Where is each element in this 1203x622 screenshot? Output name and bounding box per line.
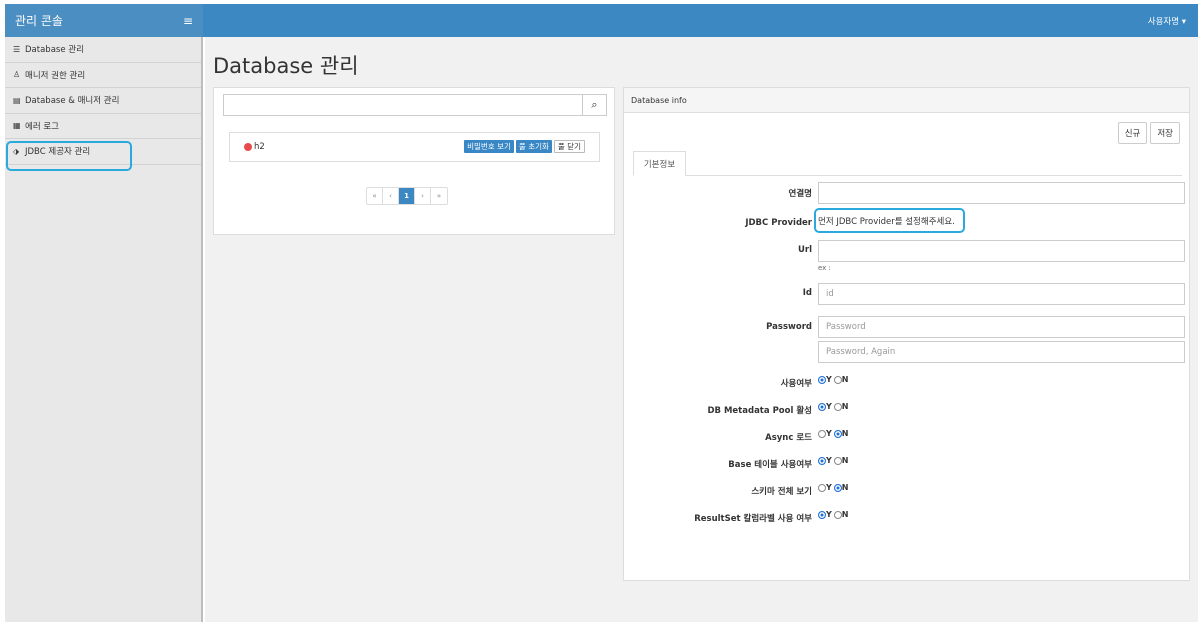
highlight-box <box>814 208 965 233</box>
new-button[interactable]: 신규 <box>1117 122 1148 144</box>
password-again-field[interactable]: Password, Again <box>818 341 1185 363</box>
close-pool-button[interactable]: 풀 닫기 <box>553 140 585 153</box>
radio-n[interactable] <box>833 510 842 519</box>
radio-y-label: Y <box>826 483 832 492</box>
status-dot <box>244 143 252 151</box>
radio-y-label: Y <box>826 429 832 438</box>
sidebar-item-jdbc-provider[interactable]: ⬗ JDBC 제공자 관리 <box>5 139 201 171</box>
radio-y[interactable] <box>818 483 826 492</box>
radio-y-label: Y <box>826 375 832 384</box>
radio-y[interactable] <box>818 402 826 411</box>
radio-group-metadata-pool: Y N <box>818 402 849 411</box>
radio-label: 스키마 전체 보기 <box>751 487 812 497</box>
radio-y[interactable] <box>818 510 826 519</box>
id-label: Id <box>802 288 812 298</box>
sidebar-item-database[interactable]: ☰ Database 관리 <box>5 37 201 63</box>
radio-group-schema-all: Y N <box>818 483 849 492</box>
page-1-button[interactable]: 1 <box>399 188 415 204</box>
first-page-button[interactable]: « <box>367 188 383 204</box>
list-icon: ▦ <box>13 121 21 131</box>
brand-title[interactable]: 관리 콘솔 <box>15 12 63 29</box>
user-menu[interactable]: 사용자명 ▾ <box>1148 15 1186 27</box>
radio-group-resultset-label: Y N <box>818 510 849 519</box>
radio-y-label: Y <box>826 402 832 411</box>
radio-y-label: Y <box>826 510 832 519</box>
radio-n-label: N <box>841 429 849 438</box>
sidebar: ☰ Database 관리 ♙ 매니저 권한 관리 ▤ Database & 매… <box>5 37 203 622</box>
sidebar-item-label: JDBC 제공자 관리 <box>25 147 91 158</box>
sidebar-item-label: 매니저 권한 관리 <box>25 70 86 81</box>
database-icon: ☰ <box>13 44 21 54</box>
password-field[interactable]: Password <box>818 316 1185 338</box>
top-navbar: 사용자명 ▾ <box>203 4 1198 37</box>
list-item[interactable]: h2 비밀번호 보기 풀 초기화 풀 닫기 <box>229 132 600 162</box>
radio-label: ResultSet 칼럼라벨 사용 여부 <box>694 514 812 524</box>
page-title: Database 관리 <box>213 54 359 78</box>
radio-y-label: Y <box>826 456 832 465</box>
radio-n-label: N <box>841 456 849 465</box>
radio-n-label: N <box>841 483 849 492</box>
sidebar-item-label: Database 관리 <box>25 45 84 56</box>
radio-n[interactable] <box>833 402 842 411</box>
tab-bar: 기본정보 <box>633 151 1182 176</box>
id-field[interactable]: id <box>818 283 1185 305</box>
radio-y[interactable] <box>818 375 826 384</box>
sidebar-item-label: Database & 매니저 관리 <box>25 96 120 107</box>
radio-y[interactable] <box>818 429 826 438</box>
radio-n[interactable] <box>833 483 842 492</box>
radio-n[interactable] <box>833 429 842 438</box>
pagination: « ‹ 1 › » <box>366 187 448 205</box>
url-label: Url <box>797 245 812 255</box>
radio-n[interactable] <box>833 375 842 384</box>
radio-n-label: N <box>841 402 849 411</box>
url-field[interactable] <box>818 240 1185 262</box>
sidebar-item-label: 에러 로그 <box>25 121 59 132</box>
prev-page-button[interactable]: ‹ <box>383 188 399 204</box>
password-label: Password <box>766 322 812 332</box>
tab-basic-info[interactable]: 기본정보 <box>633 151 686 176</box>
radio-label: 사용여부 <box>780 379 812 389</box>
last-page-button[interactable]: » <box>431 188 447 204</box>
radio-group-base-table: Y N <box>818 456 849 465</box>
sidebar-item-database-manager[interactable]: ▤ Database & 매니저 관리 <box>5 88 201 114</box>
radio-label: Async 로드 <box>765 433 812 443</box>
radio-group-async-load: Y N <box>818 429 849 438</box>
radio-label: DB Metadata Pool 활성 <box>707 406 812 416</box>
reset-pool-button[interactable]: 풀 초기화 <box>515 140 552 153</box>
id-card-icon: ▤ <box>13 95 21 105</box>
radio-n[interactable] <box>833 456 842 465</box>
brand-header: 관리 콘솔 ≡ <box>5 4 203 37</box>
conn-name-field[interactable] <box>818 182 1185 204</box>
user-lock-icon: ♙ <box>13 70 21 80</box>
show-password-button[interactable]: 비밀번호 보기 <box>464 140 514 153</box>
jdbc-provider-label: JDBC Provider <box>745 218 812 228</box>
hamburger-icon[interactable]: ≡ <box>183 14 193 28</box>
sidebar-item-manager-permissions[interactable]: ♙ 매니저 권한 관리 <box>5 63 201 88</box>
radio-label: Base 테이블 사용여부 <box>728 460 812 470</box>
radio-y[interactable] <box>818 456 826 465</box>
radio-n-label: N <box>841 510 849 519</box>
plug-icon: ⬗ <box>13 146 20 156</box>
sidebar-item-error-log[interactable]: ▦ 에러 로그 <box>5 114 201 139</box>
radio-group-use: Y N <box>818 375 849 384</box>
database-info-panel: Database info 신규 저장 기본정보 연결명 JDBC Provid… <box>623 87 1190 581</box>
next-page-button[interactable]: › <box>415 188 431 204</box>
url-example: ex : <box>818 264 831 272</box>
save-button[interactable]: 저장 <box>1150 122 1180 144</box>
conn-name-label: 연결명 <box>788 189 812 199</box>
panel-heading: Database info <box>624 88 1189 113</box>
search-icon[interactable]: ⌕ <box>582 95 606 115</box>
database-list-panel: ⌕ h2 비밀번호 보기 풀 초기화 풀 닫기 « ‹ 1 › » <box>213 87 615 235</box>
main-content: Database 관리 ⌕ h2 비밀번호 보기 풀 초기화 풀 닫기 « ‹ … <box>205 37 1198 622</box>
database-name: h2 <box>254 142 265 152</box>
radio-n-label: N <box>841 375 849 384</box>
search-input[interactable]: ⌕ <box>223 94 607 116</box>
